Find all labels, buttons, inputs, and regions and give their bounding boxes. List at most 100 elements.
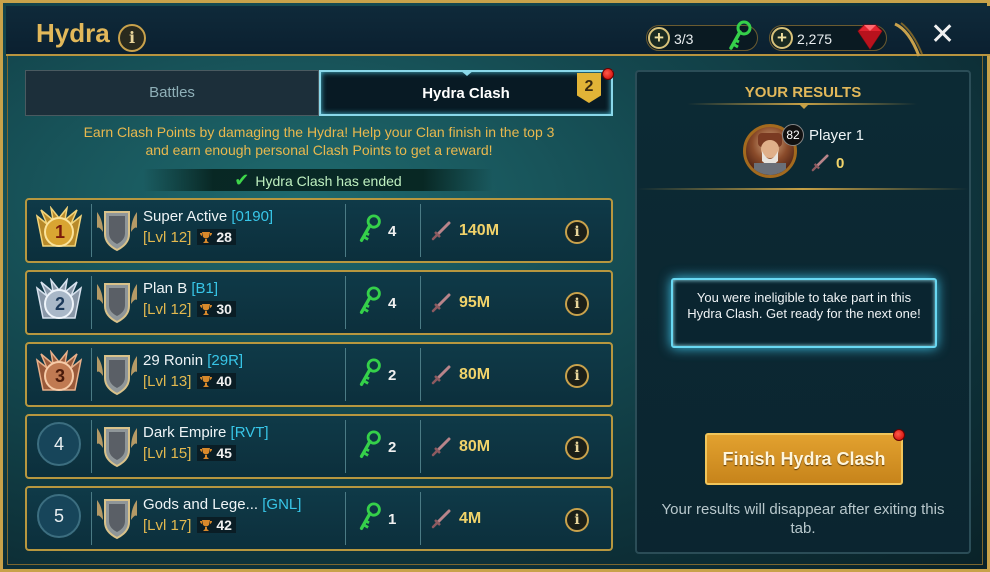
clash-status-text: Hydra Clash has ended <box>255 173 402 189</box>
tab-hydra-clash[interactable]: Hydra Clash 2 <box>319 68 614 116</box>
clan-name-text: Gods and Lege... <box>143 496 259 513</box>
divider <box>91 204 92 257</box>
clan-row[interactable]: 4 Dark Empire [RVT] [Lvl 15] 45 2 80M i <box>25 414 613 479</box>
trophy-icon <box>200 448 213 459</box>
keys-counter: + 3/3 <box>646 20 758 51</box>
key-icon <box>359 358 381 386</box>
clan-tag: [0190] <box>231 208 274 225</box>
clan-level-text: [Lvl 12] <box>143 301 192 318</box>
clan-name: 29 Ronin [29R] <box>143 352 243 369</box>
key-icon <box>359 214 381 242</box>
trophy-value: 42 <box>216 517 232 533</box>
clan-shield-icon <box>97 499 137 540</box>
trophy-count: 40 <box>197 373 236 389</box>
player-clash-points: 0 <box>836 155 845 172</box>
trophy-count: 30 <box>197 301 236 317</box>
finish-hydra-clash-button[interactable]: Finish Hydra Clash <box>705 429 905 485</box>
keys-used: 2 <box>388 367 397 384</box>
info-icon[interactable]: i <box>565 436 589 460</box>
clan-name: Super Active [0190] <box>143 208 273 225</box>
tab-hydra-clash-label: Hydra Clash <box>422 85 510 102</box>
clan-level: [Lvl 17] 42 <box>143 517 236 534</box>
gems-value: 2,275 <box>797 31 833 47</box>
clan-row[interactable]: 3 29 Ronin [29R] [Lvl 13] 40 2 80M i <box>25 342 613 407</box>
page-title: Hydra <box>36 18 110 48</box>
divider <box>420 348 421 401</box>
results-note: Your results will disappear after exitin… <box>661 501 945 537</box>
divider <box>420 204 421 257</box>
horn-icon[interactable] <box>891 20 925 60</box>
add-keys-button[interactable]: + <box>648 27 670 49</box>
clan-tag: [B1] <box>191 280 219 297</box>
rank-number: 3 <box>54 366 65 386</box>
sword-icon <box>431 365 451 385</box>
divider <box>91 492 92 545</box>
finish-button-label: Finish Hydra Clash <box>722 449 886 469</box>
damage-value: 4M <box>459 510 482 527</box>
clash-description: Earn Clash Points by damaging the Hydra!… <box>25 123 613 159</box>
divider <box>91 420 92 473</box>
notification-dot <box>602 68 614 80</box>
rank-gold-badge: 1 <box>31 205 87 256</box>
game-window: Hydra i + 3/3 + 2,275 ✕ Battles Hydra Cl… <box>0 0 990 572</box>
clan-shield-icon <box>97 211 137 252</box>
info-icon[interactable]: i <box>565 220 589 244</box>
divider <box>345 204 346 257</box>
key-icon <box>359 502 381 530</box>
sword-icon <box>431 437 451 457</box>
key-icon <box>359 430 381 458</box>
trophy-value: 40 <box>216 373 232 389</box>
clan-tag: [RVT] <box>230 424 269 441</box>
notification-dot <box>893 429 905 441</box>
damage-value: 140M <box>459 222 500 239</box>
rank-number: 1 <box>54 222 65 242</box>
trophy-icon <box>200 520 213 531</box>
clan-shield-icon <box>97 355 137 396</box>
clan-shield-icon <box>97 283 137 324</box>
info-icon[interactable]: i <box>565 292 589 316</box>
gems-counter: + 2,275 <box>769 24 887 51</box>
tab-battles[interactable]: Battles <box>25 70 319 116</box>
divider <box>91 276 92 329</box>
clan-level-text: [Lvl 15] <box>143 445 192 462</box>
keys-used: 1 <box>388 511 397 528</box>
add-gems-button[interactable]: + <box>771 27 793 49</box>
close-icon[interactable]: ✕ <box>930 20 955 50</box>
info-icon[interactable]: i <box>118 24 146 52</box>
divider <box>91 348 92 401</box>
trophy-icon <box>200 376 213 387</box>
info-icon[interactable]: i <box>565 508 589 532</box>
clan-name-text: 29 Ronin <box>143 352 204 369</box>
checkmark-icon: ✔ <box>234 170 250 190</box>
rank-bronze-badge: 3 <box>31 349 87 400</box>
clan-row[interactable]: 2 Plan B [B1] [Lvl 12] 30 4 95M i <box>25 270 613 335</box>
title-ornament <box>798 103 810 109</box>
clan-row[interactable]: 5 Gods and Lege... [GNL] [Lvl 17] 42 1 4M… <box>25 486 613 551</box>
trophy-value: 45 <box>216 445 232 461</box>
clan-level-text: [Lvl 12] <box>143 229 192 246</box>
rank-silver-badge: 2 <box>31 277 87 328</box>
key-icon <box>359 286 381 314</box>
header-bar: Hydra i + 3/3 + 2,275 ✕ <box>6 6 990 57</box>
trophy-value: 28 <box>216 229 232 245</box>
clan-name-text: Dark Empire <box>143 424 227 441</box>
clash-status: ✔ Hydra Clash has ended <box>143 169 493 191</box>
divider <box>345 276 346 329</box>
rank-number: 2 <box>54 294 65 314</box>
keys-used: 4 <box>388 223 397 240</box>
clan-name: Plan B [B1] <box>143 280 218 297</box>
clan-shield-icon <box>97 427 137 468</box>
clan-name: Gods and Lege... [GNL] <box>143 496 301 513</box>
trophy-value: 30 <box>216 301 232 317</box>
description-line-1: Earn Clash Points by damaging the Hydra!… <box>83 124 555 140</box>
divider <box>420 276 421 329</box>
info-icon[interactable]: i <box>565 364 589 388</box>
divider <box>345 492 346 545</box>
clan-name-text: Plan B <box>143 280 188 297</box>
rank-number: 4 <box>37 422 81 466</box>
clan-level: [Lvl 12] 30 <box>143 301 236 318</box>
key-icon <box>729 20 752 50</box>
clan-row[interactable]: 1 Super Active [0190] [Lvl 12] 28 4 140M … <box>25 198 613 263</box>
sword-icon <box>431 509 451 529</box>
player-name: Player 1 <box>809 127 865 144</box>
